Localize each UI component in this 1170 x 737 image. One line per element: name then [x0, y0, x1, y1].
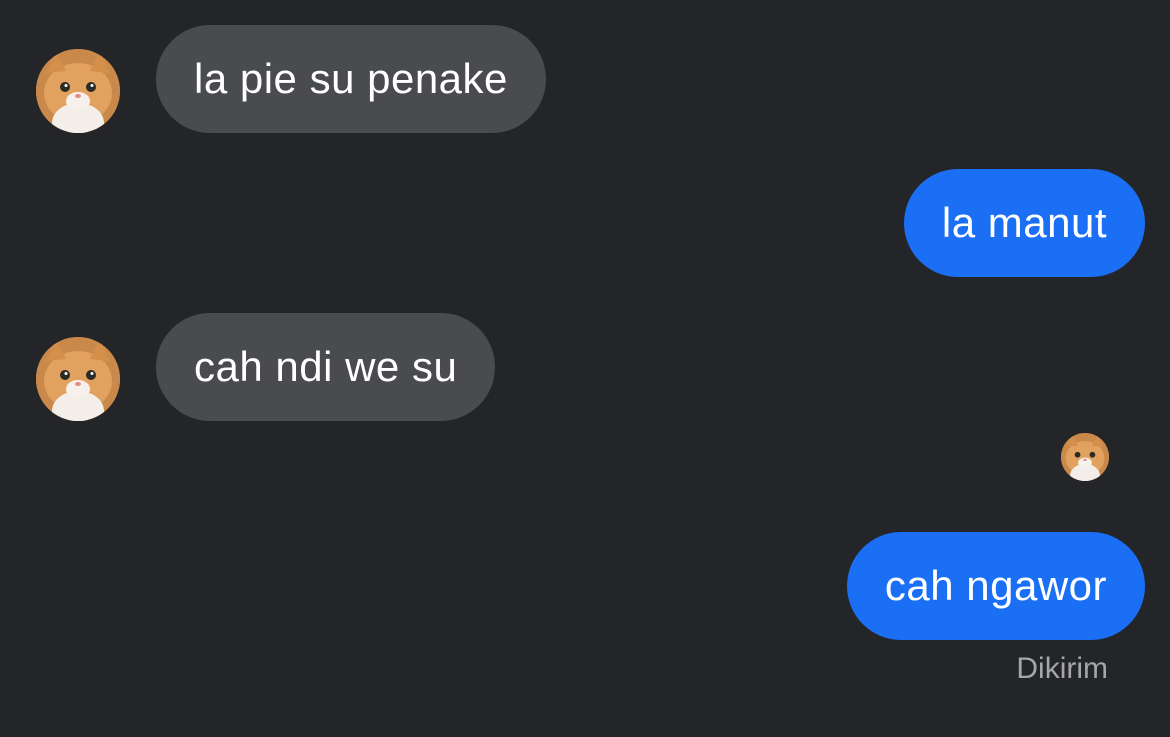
message-bubble-sent[interactable]: la manut	[903, 169, 1145, 277]
cat-avatar[interactable]	[36, 49, 120, 133]
delivery-status: Dikirim	[1016, 652, 1108, 685]
cat-face-icon	[36, 337, 120, 421]
message-text: cah ndi we su	[194, 343, 458, 390]
message-bubble-sent[interactable]: cah ngawor	[846, 532, 1145, 640]
cat-face-icon	[1061, 433, 1109, 481]
cat-face-icon	[36, 49, 120, 133]
message-text: la pie su penake	[194, 55, 508, 102]
message-text: la manut	[941, 199, 1107, 246]
read-receipt-avatar	[1061, 433, 1109, 481]
chat-thread: la pie su penake la manut cah ndi we su	[0, 0, 1170, 737]
message-bubble-received[interactable]: la pie su penake	[156, 25, 546, 133]
message-text: cah ngawor	[884, 562, 1107, 609]
cat-avatar[interactable]	[36, 337, 120, 421]
message-bubble-received[interactable]: cah ndi we su	[156, 313, 496, 421]
